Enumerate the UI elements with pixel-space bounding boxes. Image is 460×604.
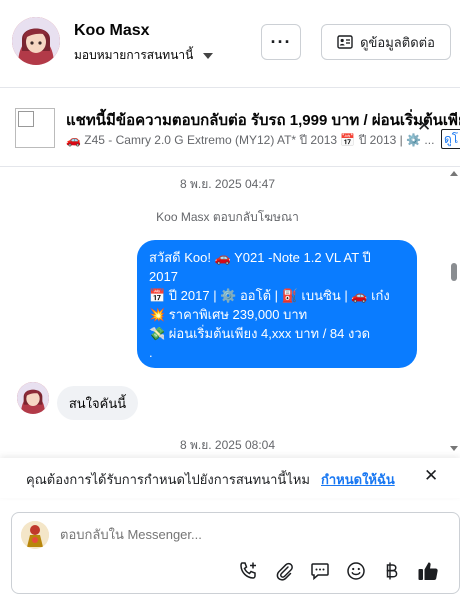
conversation-header: Koo Masx มอบหมายการสนทนานี้ ··· ดูข้อมูล… xyxy=(0,0,460,88)
message-line: 💥 ราคาพิเศษ 239,000 บาท xyxy=(149,307,308,322)
message-line: 💸 ผ่อนเริ่มต้นเพียง 4,xxx บาท / 84 งวด xyxy=(149,326,371,341)
smiley-icon[interactable] xyxy=(344,559,368,583)
assign-reminder-bar: คุณต้องการได้รับการกำหนดไปยังการสนทนานี้… xyxy=(0,458,460,498)
assign-to-me-link[interactable]: กำหนดให้ฉัน xyxy=(321,469,395,490)
baht-icon[interactable] xyxy=(380,559,404,583)
close-icon[interactable]: ✕ xyxy=(417,116,431,136)
chevron-down-icon xyxy=(203,52,214,59)
message-line: 📅 ปี 2017 | ⚙️ ออโต้ | ⛽ เบนซิน | 🚗 เก๋ง xyxy=(149,288,390,303)
chat-bubble-icon[interactable] xyxy=(308,559,332,583)
message-timestamp: 8 พ.ย. 2025 04:47 xyxy=(179,177,275,191)
message-timestamp: 8 พ.ย. 2025 08:04 xyxy=(179,438,275,452)
id-card-icon xyxy=(337,35,353,49)
composer-toolbar xyxy=(236,559,440,583)
avatar[interactable] xyxy=(12,17,60,65)
thumbs-up-icon[interactable] xyxy=(416,559,440,583)
incoming-message-bubble[interactable]: สนใจคันนี้ xyxy=(57,386,138,420)
message-composer[interactable] xyxy=(11,512,460,594)
view-contact-label: ดูข้อมูลติดต่อ xyxy=(360,34,435,50)
ad-subtitle: 🚗 Z45 - Camry 2.0 G Extremo (MY12) AT* ป… xyxy=(66,133,435,147)
ad-view-link[interactable]: ดูโ xyxy=(441,129,460,149)
assign-conversation-dropdown[interactable]: มอบหมายการสนทนานี้ xyxy=(74,46,214,65)
reply-input[interactable] xyxy=(60,527,360,542)
ad-title: แชทนี้มีข้อความตอบกลับต่อ รับรถ 1,999 บา… xyxy=(66,112,460,129)
outgoing-message-bubble[interactable]: สวัสดี Koo! 🚗 Y021 -Note 1.2 VL AT ปี 20… xyxy=(137,240,417,368)
close-icon[interactable]: ✕ xyxy=(424,466,438,486)
scrollbar-thumb[interactable] xyxy=(451,263,457,281)
assign-reminder-text: คุณต้องการได้รับการกำหนดไปยังการสนทนานี้… xyxy=(26,472,310,487)
assign-label: มอบหมายการสนทนานี้ xyxy=(74,48,194,62)
message-line: 2017 xyxy=(149,269,178,284)
contact-name[interactable]: Koo Masx xyxy=(74,22,150,40)
phone-plus-icon[interactable] xyxy=(236,559,260,583)
message-line: . xyxy=(149,345,153,360)
view-contact-button[interactable]: ดูข้อมูลติดต่อ xyxy=(321,24,451,60)
page-avatar xyxy=(21,521,49,549)
more-options-button[interactable]: ··· xyxy=(261,24,301,60)
ad-reference-banner[interactable]: แชทนี้มีข้อความตอบกลับต่อ รับรถ 1,999 บา… xyxy=(0,89,460,167)
paperclip-icon[interactable] xyxy=(272,559,296,583)
ad-thumbnail-image xyxy=(15,108,55,148)
sender-avatar[interactable] xyxy=(17,382,49,414)
ad-reply-note: Koo Masx ตอบกลับโฆษณา xyxy=(156,210,299,224)
message-line: สวัสดี Koo! 🚗 Y021 -Note 1.2 VL AT ปี xyxy=(149,250,371,265)
